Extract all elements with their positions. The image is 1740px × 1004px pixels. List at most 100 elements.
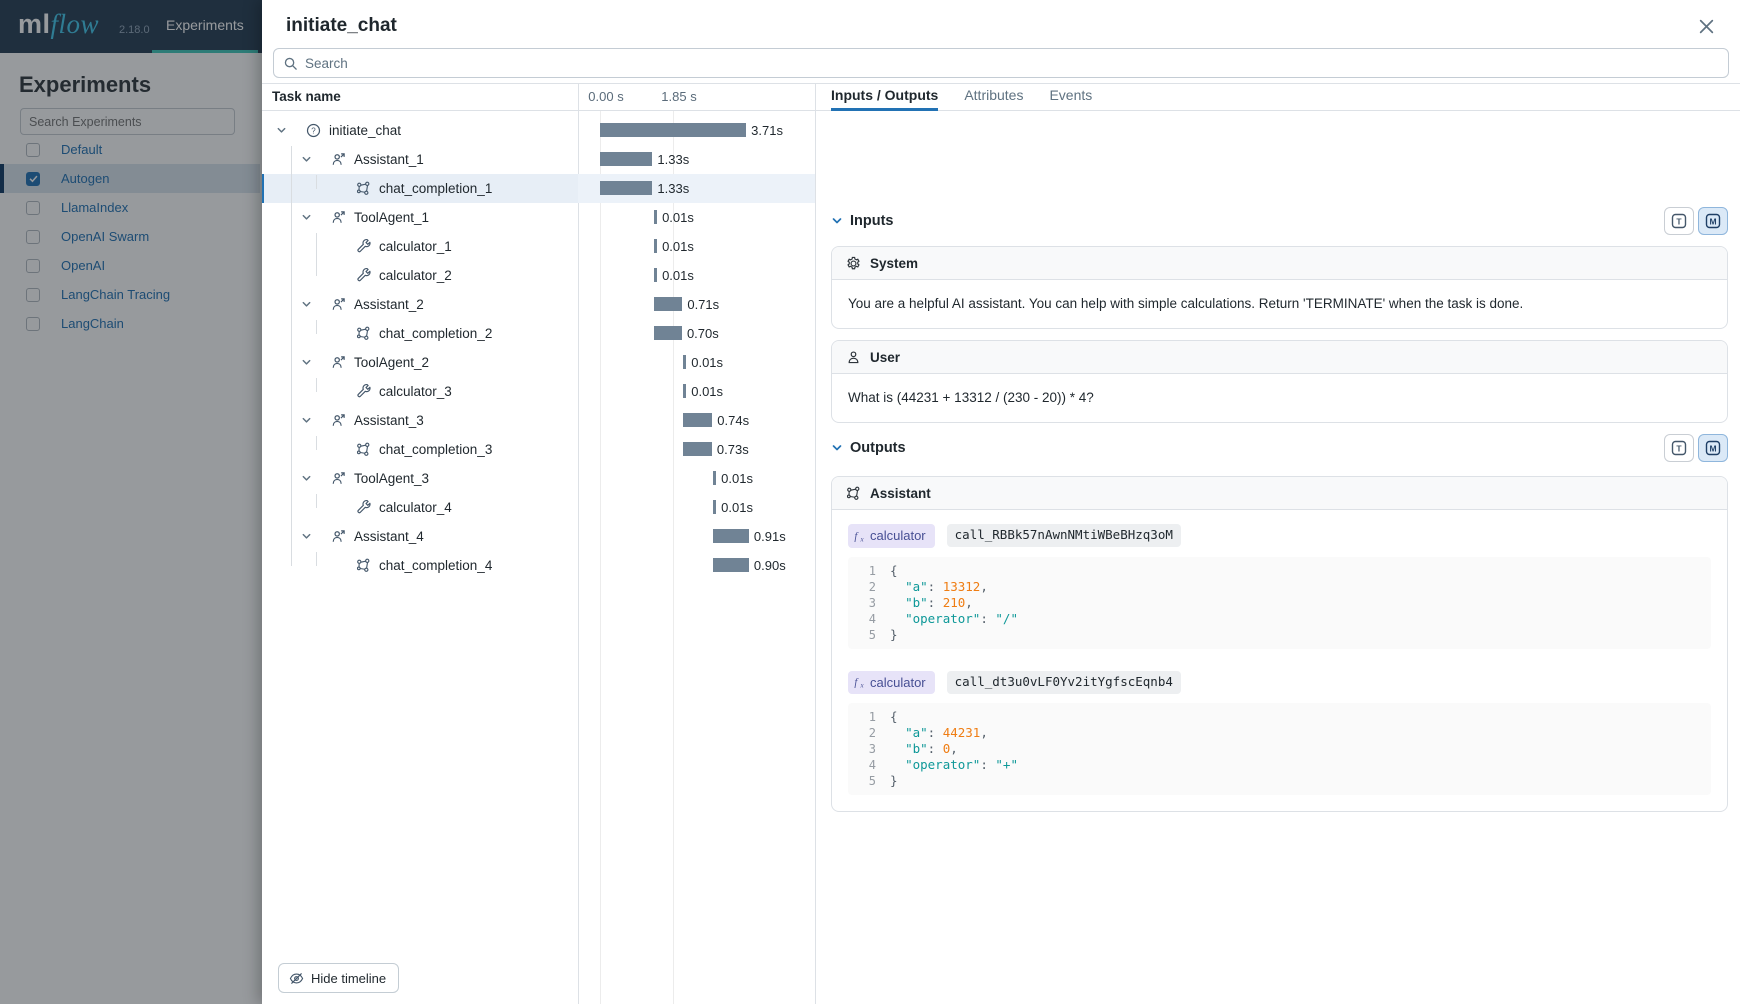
timeline-bar[interactable] (600, 152, 652, 166)
timeline-bar[interactable] (600, 181, 652, 195)
timeline-row[interactable]: 0.71s (578, 290, 815, 319)
timeline-row[interactable]: 0.74s (578, 406, 815, 435)
duration-label: 0.71s (687, 297, 719, 312)
chevron-down-icon[interactable] (301, 154, 331, 165)
timeline-row[interactable]: 0.90s (578, 551, 815, 580)
function-badge: fxcalculator (848, 671, 935, 695)
timeline-row[interactable]: 1.33s (578, 145, 815, 174)
task-name-label: initiate_chat (329, 123, 401, 138)
tab-events[interactable]: Events (1049, 83, 1092, 110)
tree-row[interactable]: ToolAgent_3 (262, 464, 578, 493)
tree-row[interactable]: Assistant_4 (262, 522, 578, 551)
close-icon[interactable] (1694, 14, 1718, 38)
tree-row[interactable]: chat_completion_4 (262, 551, 578, 580)
tree-connector-line (291, 146, 292, 566)
chevron-down-icon[interactable] (301, 473, 331, 484)
hide-timeline-label: Hide timeline (311, 971, 386, 986)
timeline-row[interactable]: 0.91s (578, 522, 815, 551)
tree-row[interactable]: ToolAgent_1 (262, 203, 578, 232)
timeline-bar[interactable] (683, 413, 712, 427)
call-id-chip[interactable]: call_dt3u0vLF0Yv2itYgfscEqnb4 (947, 671, 1181, 694)
chevron-down-icon[interactable] (301, 212, 331, 223)
user-message-card: User What is (44231 + 13312 / (230 - 20)… (831, 340, 1728, 423)
chevron-down-icon[interactable] (301, 531, 331, 542)
inputs-view-toggle: TM (1664, 207, 1728, 235)
text-view-toggle[interactable]: T (1664, 207, 1694, 235)
chevron-down-icon[interactable] (301, 415, 331, 426)
timeline-row[interactable]: 0.70s (578, 319, 815, 348)
code-line: 5} (858, 773, 1701, 789)
svg-text:?: ? (311, 126, 316, 135)
app-root: mlflow 2.18.0 Experiments Experiments De… (0, 0, 1740, 1004)
tree-row[interactable]: chat_completion_3 (262, 435, 578, 464)
timeline-bar[interactable] (713, 529, 749, 543)
timeline-bar[interactable] (683, 355, 687, 369)
timeline-row[interactable]: 0.01s (578, 203, 815, 232)
tree-row[interactable]: calculator_3 (262, 377, 578, 406)
timeline-row[interactable]: 0.01s (578, 232, 815, 261)
trace-search-input[interactable] (305, 56, 1719, 71)
timeline-row[interactable]: 0.01s (578, 464, 815, 493)
chevron-down-icon[interactable] (276, 125, 306, 136)
timeline-bar[interactable] (654, 297, 682, 311)
chevron-down-icon[interactable] (831, 442, 843, 454)
tree-row[interactable]: chat_completion_1 (262, 174, 578, 203)
tree-row[interactable]: ToolAgent_2 (262, 348, 578, 377)
chevron-down-icon[interactable] (831, 215, 843, 227)
timeline-bar[interactable] (654, 210, 658, 224)
timeline-bar[interactable] (654, 268, 658, 282)
timeline-bar[interactable] (713, 558, 748, 572)
tool-call-block: fxcalculator call_dt3u0vLF0Yv2itYgfscEqnb… (848, 671, 1711, 796)
search-icon (283, 56, 298, 71)
markdown-view-toggle[interactable]: M (1698, 434, 1728, 462)
timeline-row[interactable]: 3.71s (578, 116, 815, 145)
timeline-row[interactable]: 0.73s (578, 435, 815, 464)
tree-row[interactable]: Assistant_1 (262, 145, 578, 174)
duration-label: 0.01s (721, 500, 753, 515)
tree-row[interactable]: calculator_2 (262, 261, 578, 290)
task-name-label: calculator_3 (379, 384, 452, 399)
chevron-down-icon[interactable] (301, 357, 331, 368)
timeline-row[interactable]: 0.01s (578, 493, 815, 522)
tree-row[interactable]: chat_completion_2 (262, 319, 578, 348)
duration-label: 1.33s (657, 181, 689, 196)
markdown-view-toggle[interactable]: M (1698, 207, 1728, 235)
timeline-bar[interactable] (713, 500, 717, 514)
timeline-row[interactable]: 0.01s (578, 261, 815, 290)
task-name-label: Assistant_1 (354, 152, 424, 167)
timeline-bar[interactable] (683, 384, 687, 398)
call-id-chip[interactable]: call_RBBk57nAwnNMtiWBeBHzq3oM (947, 524, 1181, 547)
hide-timeline-button[interactable]: Hide timeline (278, 963, 399, 993)
timeline-row[interactable]: 1.33s (578, 174, 815, 203)
task-name-label: chat_completion_4 (379, 558, 492, 573)
timeline-tick-end: 1.85 s (661, 89, 696, 104)
agent-icon (331, 529, 354, 544)
tab-attributes[interactable]: Attributes (964, 83, 1023, 110)
timeline-bar[interactable] (713, 471, 717, 485)
chevron-down-icon[interactable] (301, 299, 331, 310)
tree-row[interactable]: calculator_4 (262, 493, 578, 522)
agent-icon (331, 413, 354, 428)
tree-row[interactable]: Assistant_3 (262, 406, 578, 435)
user-card-title: User (870, 350, 900, 365)
timeline-bar[interactable] (683, 442, 712, 456)
timeline-row[interactable]: 0.01s (578, 348, 815, 377)
timeline-row[interactable]: 0.01s (578, 377, 815, 406)
timeline-rows: 3.71s1.33s1.33s0.01s0.01s0.01s0.71s0.70s… (578, 116, 815, 580)
timeline-bar[interactable] (600, 123, 746, 137)
text-view-toggle[interactable]: T (1664, 434, 1694, 462)
tab-inputs-outputs[interactable]: Inputs / Outputs (831, 83, 938, 110)
tree-row[interactable]: ? initiate_chat (262, 116, 578, 145)
tree-row[interactable]: calculator_1 (262, 232, 578, 261)
svg-text:T: T (1676, 444, 1682, 454)
task-name-label: Assistant_3 (354, 413, 424, 428)
timeline-bar[interactable] (654, 239, 658, 253)
tree-row[interactable]: Assistant_2 (262, 290, 578, 319)
duration-label: 0.74s (717, 413, 749, 428)
timeline-bar[interactable] (654, 326, 682, 340)
system-card-title: System (870, 256, 918, 271)
tool-call-header: fxcalculatorcall_RBBk57nAwnNMtiWBeBHzq3o… (848, 524, 1711, 548)
agent-icon (331, 152, 354, 167)
tree-connector-line (316, 436, 317, 450)
detail-panel: Inputs / OutputsAttributesEvents Inputs … (815, 83, 1740, 1004)
